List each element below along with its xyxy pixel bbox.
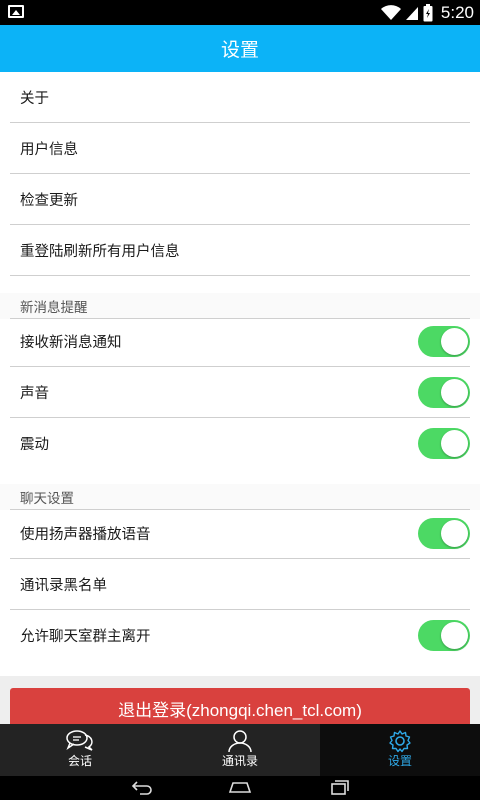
settings-item-label: 重登陆刷新所有用户信息 — [20, 244, 180, 260]
home-icon[interactable] — [228, 780, 252, 796]
settings-item-allow-owner-leave: 允许聊天室群主离开 — [0, 610, 480, 661]
settings-item-speaker-playback: 使用扬声器播放语音 — [0, 508, 480, 559]
status-time: 5:20 — [440, 2, 474, 22]
recent-apps-icon[interactable] — [330, 780, 350, 796]
settings-item-user-info[interactable]: 用户信息 — [0, 123, 480, 174]
back-icon[interactable] — [130, 780, 152, 796]
contacts-icon — [228, 730, 252, 753]
app-bar: 设置 — [0, 25, 480, 72]
sound-toggle[interactable] — [418, 377, 470, 408]
toggle-knob — [441, 622, 468, 649]
chat-icon — [66, 730, 93, 751]
gear-icon — [389, 730, 411, 753]
settings-item-about[interactable]: 关于 — [0, 72, 480, 123]
system-nav-bar — [0, 776, 480, 800]
speaker-playback-toggle[interactable] — [418, 518, 470, 549]
wifi-icon — [380, 4, 401, 20]
toggle-knob — [441, 328, 468, 355]
settings-item-sound: 声音 — [0, 367, 480, 418]
page-title: 设置 — [220, 39, 259, 61]
settings-item-label: 检查更新 — [20, 193, 78, 209]
settings-item-label: 声音 — [20, 386, 49, 402]
section-header-label: 聊天设置 — [20, 491, 74, 507]
settings-list: 关于 用户信息 检查更新 重登陆刷新所有用户信息 新消息提醒 接收新消息通知 声… — [0, 72, 480, 724]
settings-item-label: 允许聊天室群主离开 — [20, 629, 151, 645]
bottom-nav: 会话 通讯录 设置 — [0, 724, 480, 776]
receive-notifications-toggle[interactable] — [418, 326, 470, 357]
logout-area: 退出登录(zhongqi.chen_tcl.com) — [0, 676, 480, 724]
settings-item-blacklist[interactable]: 通讯录黑名单 — [0, 559, 480, 610]
settings-item-label: 通讯录黑名单 — [20, 578, 107, 594]
tab-conversations[interactable]: 会话 — [0, 724, 160, 776]
status-bar: 5:20 — [0, 0, 480, 25]
settings-item-relogin-refresh[interactable]: 重登陆刷新所有用户信息 — [0, 225, 480, 276]
settings-item-label: 关于 — [20, 91, 49, 107]
settings-item-label: 使用扬声器播放语音 — [20, 527, 151, 543]
settings-item-label: 接收新消息通知 — [20, 335, 122, 351]
tab-label: 设置 — [387, 754, 412, 768]
tab-contacts[interactable]: 通讯录 — [160, 724, 320, 776]
allow-owner-leave-toggle[interactable] — [418, 620, 470, 651]
logout-button[interactable]: 退出登录(zhongqi.chen_tcl.com) — [10, 688, 470, 724]
settings-item-label: 用户信息 — [20, 142, 78, 158]
signal-icon — [405, 6, 418, 20]
vibrate-toggle[interactable] — [418, 428, 470, 459]
settings-item-vibrate: 震动 — [0, 418, 480, 469]
toggle-knob — [441, 430, 468, 457]
settings-item-label: 震动 — [20, 437, 49, 453]
tab-label: 通讯录 — [221, 754, 258, 768]
tab-settings[interactable]: 设置 — [320, 724, 480, 776]
battery-icon — [423, 3, 433, 21]
tab-label: 会话 — [67, 754, 92, 768]
toggle-knob — [441, 520, 468, 547]
settings-item-receive-notifications: 接收新消息通知 — [0, 316, 480, 367]
section-header-chat: 聊天设置 — [0, 484, 480, 510]
toggle-knob — [441, 379, 468, 406]
divider — [10, 275, 470, 276]
gallery-notification-icon — [8, 5, 24, 18]
settings-item-check-update[interactable]: 检查更新 — [0, 174, 480, 225]
section-header-label: 新消息提醒 — [20, 300, 88, 316]
